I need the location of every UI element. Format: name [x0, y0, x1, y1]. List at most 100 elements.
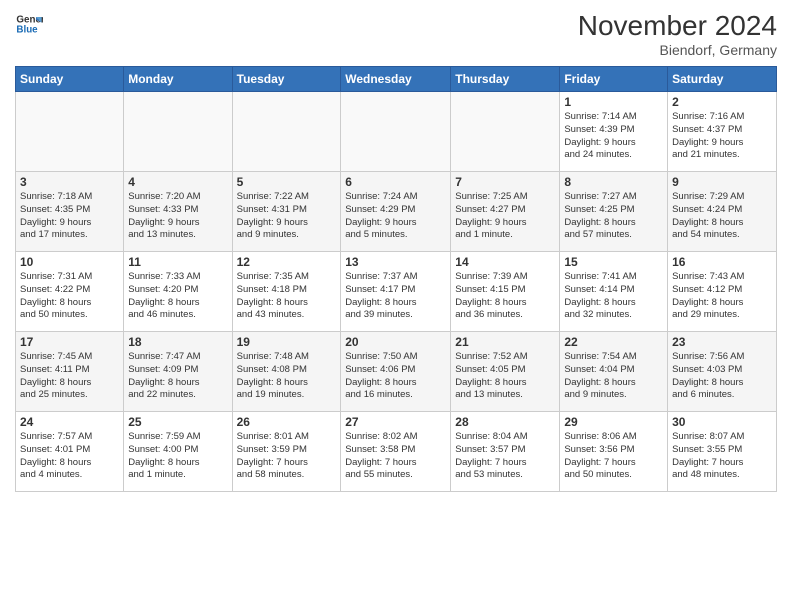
cell-0-3: [341, 92, 451, 172]
day-number: 24: [20, 415, 119, 429]
day-number: 17: [20, 335, 119, 349]
day-number: 25: [128, 415, 227, 429]
cell-3-3: 20 Sunrise: 7:50 AM Sunset: 4:06 PM Dayli…: [341, 332, 451, 412]
week-row-5: 24 Sunrise: 7:57 AM Sunset: 4:01 PM Dayli…: [16, 412, 777, 492]
day-number: 28: [455, 415, 555, 429]
day-number: 13: [345, 255, 446, 269]
cell-2-5: 15 Sunrise: 7:41 AM Sunset: 4:14 PM Dayli…: [560, 252, 668, 332]
day-number: 19: [237, 335, 337, 349]
day-info: Sunrise: 7:35 AM Sunset: 4:18 PM Dayligh…: [237, 271, 337, 322]
day-info: Sunrise: 7:57 AM Sunset: 4:01 PM Dayligh…: [20, 431, 119, 482]
day-info: Sunrise: 8:04 AM Sunset: 3:57 PM Dayligh…: [455, 431, 555, 482]
day-info: Sunrise: 7:27 AM Sunset: 4:25 PM Dayligh…: [564, 191, 663, 242]
cell-2-6: 16 Sunrise: 7:43 AM Sunset: 4:12 PM Dayli…: [668, 252, 777, 332]
cell-1-2: 5 Sunrise: 7:22 AM Sunset: 4:31 PM Daylig…: [232, 172, 341, 252]
day-number: 22: [564, 335, 663, 349]
day-info: Sunrise: 7:41 AM Sunset: 4:14 PM Dayligh…: [564, 271, 663, 322]
calendar-table: Sunday Monday Tuesday Wednesday Thursday…: [15, 66, 777, 492]
cell-3-6: 23 Sunrise: 7:56 AM Sunset: 4:03 PM Dayli…: [668, 332, 777, 412]
day-info: Sunrise: 7:31 AM Sunset: 4:22 PM Dayligh…: [20, 271, 119, 322]
day-info: Sunrise: 7:54 AM Sunset: 4:04 PM Dayligh…: [564, 351, 663, 402]
day-number: 11: [128, 255, 227, 269]
day-number: 12: [237, 255, 337, 269]
day-info: Sunrise: 7:22 AM Sunset: 4:31 PM Dayligh…: [237, 191, 337, 242]
day-number: 18: [128, 335, 227, 349]
weekday-header-row: Sunday Monday Tuesday Wednesday Thursday…: [16, 67, 777, 92]
cell-1-0: 3Sunrise: 7:18 AM Sunset: 4:35 PM Daylig…: [16, 172, 124, 252]
day-info: Sunrise: 7:43 AM Sunset: 4:12 PM Dayligh…: [672, 271, 772, 322]
cell-2-2: 12 Sunrise: 7:35 AM Sunset: 4:18 PM Dayli…: [232, 252, 341, 332]
header-tuesday: Tuesday: [232, 67, 341, 92]
day-number: 8: [564, 175, 663, 189]
cell-4-1: 25 Sunrise: 7:59 AM Sunset: 4:00 PM Dayli…: [124, 412, 232, 492]
cell-2-3: 13 Sunrise: 7:37 AM Sunset: 4:17 PM Dayli…: [341, 252, 451, 332]
cell-4-0: 24 Sunrise: 7:57 AM Sunset: 4:01 PM Dayli…: [16, 412, 124, 492]
day-info: Sunrise: 7:24 AM Sunset: 4:29 PM Dayligh…: [345, 191, 446, 242]
cell-2-1: 11Sunrise: 7:33 AM Sunset: 4:20 PM Dayli…: [124, 252, 232, 332]
week-row-3: 10 Sunrise: 7:31 AM Sunset: 4:22 PM Dayli…: [16, 252, 777, 332]
day-info: Sunrise: 7:56 AM Sunset: 4:03 PM Dayligh…: [672, 351, 772, 402]
cell-3-4: 21 Sunrise: 7:52 AM Sunset: 4:05 PM Dayli…: [451, 332, 560, 412]
logo: General Blue: [15, 10, 43, 38]
cell-3-1: 18 Sunrise: 7:47 AM Sunset: 4:09 PM Dayli…: [124, 332, 232, 412]
day-info: Sunrise: 7:59 AM Sunset: 4:00 PM Dayligh…: [128, 431, 227, 482]
day-info: Sunrise: 7:47 AM Sunset: 4:09 PM Dayligh…: [128, 351, 227, 402]
svg-text:Blue: Blue: [16, 24, 38, 35]
header-saturday: Saturday: [668, 67, 777, 92]
week-row-2: 3Sunrise: 7:18 AM Sunset: 4:35 PM Daylig…: [16, 172, 777, 252]
day-info: Sunrise: 8:06 AM Sunset: 3:56 PM Dayligh…: [564, 431, 663, 482]
day-number: 4: [128, 175, 227, 189]
cell-0-0: [16, 92, 124, 172]
day-info: Sunrise: 7:48 AM Sunset: 4:08 PM Dayligh…: [237, 351, 337, 402]
logo-icon: General Blue: [15, 10, 43, 38]
header-friday: Friday: [560, 67, 668, 92]
day-number: 29: [564, 415, 663, 429]
day-number: 9: [672, 175, 772, 189]
header-sunday: Sunday: [16, 67, 124, 92]
day-number: 6: [345, 175, 446, 189]
cell-0-5: 1Sunrise: 7:14 AM Sunset: 4:39 PM Daylig…: [560, 92, 668, 172]
day-number: 20: [345, 335, 446, 349]
day-info: Sunrise: 7:16 AM Sunset: 4:37 PM Dayligh…: [672, 111, 772, 162]
day-info: Sunrise: 7:20 AM Sunset: 4:33 PM Dayligh…: [128, 191, 227, 242]
header-thursday: Thursday: [451, 67, 560, 92]
day-number: 23: [672, 335, 772, 349]
day-info: Sunrise: 7:45 AM Sunset: 4:11 PM Dayligh…: [20, 351, 119, 402]
day-number: 16: [672, 255, 772, 269]
title-block: November 2024 Biendorf, Germany: [578, 10, 777, 58]
day-number: 14: [455, 255, 555, 269]
day-number: 27: [345, 415, 446, 429]
cell-2-0: 10 Sunrise: 7:31 AM Sunset: 4:22 PM Dayli…: [16, 252, 124, 332]
day-info: Sunrise: 7:50 AM Sunset: 4:06 PM Dayligh…: [345, 351, 446, 402]
location: Biendorf, Germany: [578, 42, 777, 58]
header: General Blue November 2024 Biendorf, Ger…: [15, 10, 777, 58]
day-number: 2: [672, 95, 772, 109]
day-info: Sunrise: 7:29 AM Sunset: 4:24 PM Dayligh…: [672, 191, 772, 242]
cell-4-5: 29 Sunrise: 8:06 AM Sunset: 3:56 PM Dayli…: [560, 412, 668, 492]
cell-4-3: 27Sunrise: 8:02 AM Sunset: 3:58 PM Dayli…: [341, 412, 451, 492]
cell-3-0: 17 Sunrise: 7:45 AM Sunset: 4:11 PM Dayli…: [16, 332, 124, 412]
cell-0-1: [124, 92, 232, 172]
day-number: 1: [564, 95, 663, 109]
day-number: 15: [564, 255, 663, 269]
day-info: Sunrise: 7:52 AM Sunset: 4:05 PM Dayligh…: [455, 351, 555, 402]
cell-4-6: 30Sunrise: 8:07 AM Sunset: 3:55 PM Dayli…: [668, 412, 777, 492]
cell-0-2: [232, 92, 341, 172]
cell-4-4: 28 Sunrise: 8:04 AM Sunset: 3:57 PM Dayli…: [451, 412, 560, 492]
month-title: November 2024: [578, 10, 777, 42]
header-wednesday: Wednesday: [341, 67, 451, 92]
header-monday: Monday: [124, 67, 232, 92]
cell-2-4: 14Sunrise: 7:39 AM Sunset: 4:15 PM Dayli…: [451, 252, 560, 332]
week-row-1: 1Sunrise: 7:14 AM Sunset: 4:39 PM Daylig…: [16, 92, 777, 172]
day-info: Sunrise: 7:37 AM Sunset: 4:17 PM Dayligh…: [345, 271, 446, 322]
day-info: Sunrise: 7:25 AM Sunset: 4:27 PM Dayligh…: [455, 191, 555, 242]
day-number: 10: [20, 255, 119, 269]
day-number: 5: [237, 175, 337, 189]
day-info: Sunrise: 8:07 AM Sunset: 3:55 PM Dayligh…: [672, 431, 772, 482]
day-number: 21: [455, 335, 555, 349]
cell-3-2: 19 Sunrise: 7:48 AM Sunset: 4:08 PM Dayli…: [232, 332, 341, 412]
cell-4-2: 26Sunrise: 8:01 AM Sunset: 3:59 PM Dayli…: [232, 412, 341, 492]
cell-1-4: 7Sunrise: 7:25 AM Sunset: 4:27 PM Daylig…: [451, 172, 560, 252]
day-info: Sunrise: 8:01 AM Sunset: 3:59 PM Dayligh…: [237, 431, 337, 482]
cell-1-1: 4 Sunrise: 7:20 AM Sunset: 4:33 PM Daylig…: [124, 172, 232, 252]
